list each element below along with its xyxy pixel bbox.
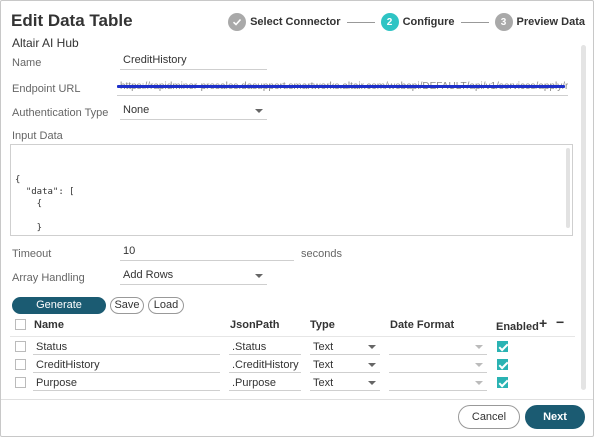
table-header-divider — [10, 336, 575, 337]
step-label: Select Connector — [250, 16, 341, 28]
row-jsonpath-input[interactable]: .Status — [229, 340, 301, 355]
step-number: 3 — [494, 13, 513, 31]
row-name-input[interactable]: Status — [33, 340, 220, 355]
column-header-date-format: Date Format — [390, 319, 455, 331]
row-name-input[interactable]: Purpose — [33, 376, 220, 391]
remove-column-icon[interactable]: − — [556, 314, 564, 330]
row-type-select[interactable]: Text — [310, 376, 380, 391]
column-header-type: Type — [310, 319, 335, 331]
textarea-scrollbar[interactable] — [566, 148, 570, 228]
row-jsonpath-input[interactable]: .Purpose — [229, 376, 301, 391]
timeout-unit: seconds — [301, 248, 342, 260]
wizard-steps: Select Connector 2 Configure 3 Preview D… — [228, 13, 585, 31]
row-select-checkbox[interactable] — [15, 359, 26, 370]
row-date-format-select — [389, 340, 487, 355]
row-name-input[interactable]: CreditHistory — [33, 358, 220, 373]
row-enabled-checkbox[interactable] — [497, 377, 508, 388]
column-header-enabled: Enabled — [496, 321, 539, 333]
input-data-value: { "data": [ { } ] } — [15, 175, 75, 233]
timeout-input[interactable]: 10 — [120, 244, 294, 261]
auth-type-label: Authentication Type — [12, 107, 109, 119]
column-header-jsonpath: JsonPath — [230, 319, 280, 331]
timeout-label: Timeout — [12, 248, 52, 260]
select-all-checkbox[interactable] — [15, 319, 26, 330]
step-label: Configure — [402, 16, 455, 28]
load-button[interactable]: Load — [148, 297, 184, 314]
next-button[interactable]: Next — [525, 405, 585, 429]
dialog-title: Edit Data Table — [11, 11, 133, 30]
step-select-connector[interactable]: Select Connector — [228, 13, 341, 31]
generate-columns-button[interactable]: Generate Columns — [12, 297, 106, 326]
step-number: 2 — [380, 13, 399, 31]
footer-divider — [1, 399, 593, 400]
row-date-format-select — [389, 358, 487, 373]
row-enabled-checkbox[interactable] — [497, 359, 508, 370]
column-header-name: Name — [34, 319, 64, 331]
name-label: Name — [12, 57, 42, 69]
row-type-select[interactable]: Text — [310, 358, 380, 373]
edit-data-table-dialog: Edit Data Table Altair AI Hub Select Con… — [0, 0, 594, 437]
step-divider — [346, 21, 375, 23]
row-select-checkbox[interactable] — [15, 377, 26, 388]
row-jsonpath-input[interactable]: .CreditHistory — [229, 358, 301, 373]
name-input[interactable]: CreditHistory — [120, 53, 267, 70]
array-handling-label: Array Handling — [12, 272, 85, 284]
auth-type-select[interactable]: None — [120, 103, 267, 120]
row-enabled-checkbox[interactable] — [497, 341, 508, 352]
dialog-scrollbar[interactable] — [581, 45, 586, 390]
step-configure[interactable]: 2 Configure — [380, 13, 455, 31]
add-column-icon[interactable]: + — [539, 315, 547, 331]
step-label: Preview Data — [516, 16, 585, 28]
step-preview-data[interactable]: 3 Preview Data — [494, 13, 585, 31]
save-button[interactable]: Save — [110, 297, 144, 314]
endpoint-url-label: Endpoint URL — [12, 83, 81, 95]
redaction-strike — [117, 85, 565, 88]
array-handling-select[interactable]: Add Rows — [120, 268, 267, 285]
row-select-checkbox[interactable] — [15, 341, 26, 352]
connector-name: Altair AI Hub — [12, 36, 79, 50]
checkmark-icon — [228, 13, 247, 31]
row-type-select[interactable]: Text — [310, 340, 380, 355]
input-data-label: Input Data — [12, 130, 63, 142]
cancel-button[interactable]: Cancel — [458, 405, 520, 429]
step-divider — [460, 21, 489, 23]
input-data-textarea[interactable]: { "data": [ { } ] } — [10, 144, 573, 236]
row-date-format-select — [389, 376, 487, 391]
